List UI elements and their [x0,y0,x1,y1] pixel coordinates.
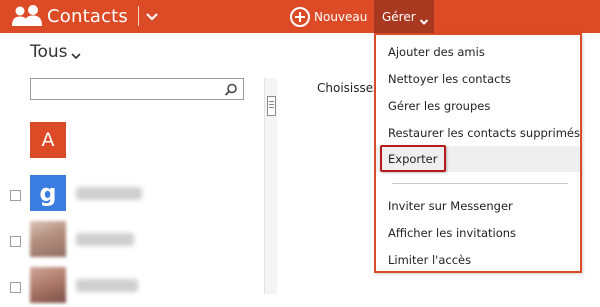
chevron-down-icon [70,47,82,60]
top-bar: Contacts Nouveau Gérer [0,0,600,33]
list-item[interactable] [10,267,260,307]
brand-divider [138,6,140,26]
new-contact-button[interactable]: Nouveau [290,5,367,28]
contact-filter-dropdown[interactable]: Tous [30,42,82,62]
contact-name-blurred [76,187,142,200]
chevron-down-icon [419,12,429,25]
contact-name-blurred [76,233,134,246]
google-icon: g [30,175,66,211]
letter-index-tile[interactable]: A [30,122,66,158]
manage-label: Gérer [382,9,416,24]
avatar [30,267,66,303]
main-prompt-text: Choisissez [317,81,380,95]
manage-button[interactable]: Gérer [374,0,434,33]
menu-item-clean-contacts[interactable]: Nettoyer les contacts [376,66,580,92]
app-brand[interactable]: Contacts [11,4,160,28]
contact-name-blurred [76,279,138,292]
app-title: Contacts [47,5,129,27]
search-box [30,78,244,100]
row-checkbox[interactable] [10,190,21,201]
search-input[interactable] [35,81,219,99]
chevron-down-icon[interactable] [144,8,160,24]
menu-item-limit-access[interactable]: Limiter l'accès [376,247,580,273]
plus-circle-icon [290,6,310,27]
row-checkbox[interactable] [10,282,21,293]
avatar [30,221,66,257]
menu-item-show-invitations[interactable]: Afficher les invitations [376,220,580,246]
search-icon[interactable] [224,82,238,96]
menu-item-manage-groups[interactable]: Gérer les groupes [376,93,580,119]
filter-label: Tous [30,42,68,62]
people-icon [11,4,44,28]
menu-item-add-friends[interactable]: Ajouter des amis [376,39,580,65]
menu-item-restore-deleted[interactable]: Restaurer les contacts supprimés [376,120,580,146]
contact-list-scrollbar[interactable] [264,78,277,294]
menu-divider [392,183,568,184]
menu-item-invite-messenger[interactable]: Inviter sur Messenger [376,193,580,219]
new-contact-label: Nouveau [314,9,368,24]
manage-dropdown-menu: Ajouter des amis Nettoyer les contacts G… [374,33,582,273]
row-checkbox[interactable] [10,236,21,247]
highlight-box [380,145,446,172]
list-item[interactable] [10,221,260,261]
google-glyph: g [39,179,57,207]
scrollbar-thumb[interactable] [267,96,276,116]
list-item[interactable]: g [10,175,260,215]
